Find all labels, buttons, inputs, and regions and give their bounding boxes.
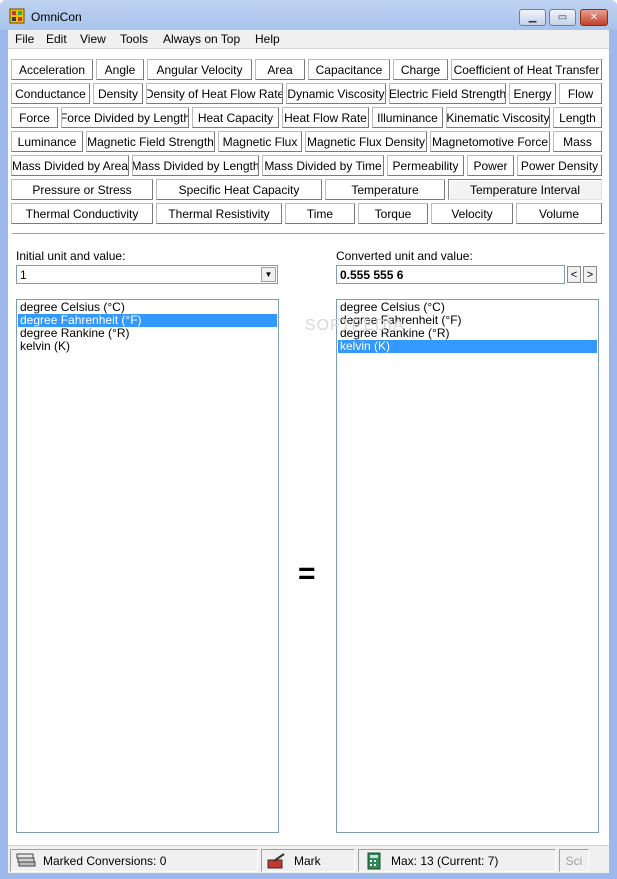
menu-tools[interactable]: Tools: [120, 32, 148, 46]
category-power-density[interactable]: Power Density: [517, 155, 602, 176]
category-coefficient-of-heat-transfer[interactable]: Coefficient of Heat Transfer: [451, 59, 602, 80]
initial-unit-list[interactable]: degree Celsius (°C) degree Fahrenheit (°…: [16, 299, 279, 833]
category-volume[interactable]: Volume: [516, 203, 602, 224]
chevron-left-icon: <: [570, 268, 578, 281]
category-mass-divided-by-area[interactable]: Mass Divided by Area: [11, 155, 129, 176]
category-time[interactable]: Time: [285, 203, 355, 224]
category-magnetomotive-force[interactable]: Magnetomotive Force: [430, 131, 550, 152]
category-charge[interactable]: Charge: [393, 59, 448, 80]
category-density[interactable]: Density: [93, 83, 143, 104]
initial-value[interactable]: 1: [20, 268, 27, 282]
category-mass[interactable]: Mass: [553, 131, 602, 152]
converted-unit-kelvin[interactable]: kelvin (K): [338, 340, 597, 353]
watermark: SOFTPEDIA: [305, 317, 405, 334]
app-window: OmniCon ▁ ▭ ✕ File Edit View Tools Alway…: [0, 0, 617, 879]
category-torque[interactable]: Torque: [358, 203, 428, 224]
category-magnetic-flux-density[interactable]: Magnetic Flux Density: [305, 131, 427, 152]
category-pressure-or-stress[interactable]: Pressure or Stress: [11, 179, 153, 200]
converted-value: 0.555 555 6: [340, 268, 404, 282]
calculator-icon: [367, 852, 381, 869]
category-mass-divided-by-length[interactable]: Mass Divided by Length: [132, 155, 259, 176]
previous-button[interactable]: <: [567, 266, 581, 283]
sci-text: Sci: [565, 853, 583, 868]
category-electric-field-strength[interactable]: Electric Field Strength: [389, 83, 506, 104]
initial-unit-kelvin[interactable]: kelvin (K): [18, 340, 277, 353]
title-bar[interactable]: OmniCon ▁ ▭ ✕: [0, 0, 617, 30]
max-text: Max: 13 (Current: 7): [391, 853, 499, 868]
category-heat-capacity[interactable]: Heat Capacity: [192, 107, 279, 128]
initial-label: Initial unit and value:: [16, 249, 126, 263]
window-title: OmniCon: [31, 10, 82, 24]
category-dynamic-viscosity[interactable]: Dynamic Viscosity: [286, 83, 386, 104]
converted-unit-list[interactable]: degree Celsius (°C) degree Fahrenheit (°…: [336, 299, 599, 833]
close-button[interactable]: ✕: [580, 9, 608, 26]
category-mass-divided-by-time[interactable]: Mass Divided by Time: [262, 155, 384, 176]
category-temperature-interval[interactable]: Temperature Interval: [448, 179, 602, 200]
category-density-of-heat-flow-rate[interactable]: Density of Heat Flow Rate: [146, 83, 283, 104]
mark-text: Mark: [294, 853, 321, 868]
minimize-icon: ▁: [528, 12, 537, 23]
max-pane: Max: 13 (Current: 7): [358, 849, 556, 872]
category-heat-flow-rate[interactable]: Heat Flow Rate: [282, 107, 369, 128]
category-kinematic-viscosity[interactable]: Kinematic Viscosity: [446, 107, 550, 128]
category-magnetic-flux[interactable]: Magnetic Flux: [218, 131, 302, 152]
chevron-right-icon: >: [586, 268, 594, 281]
menu-file[interactable]: File: [15, 32, 34, 46]
category-luminance[interactable]: Luminance: [11, 131, 83, 152]
maximize-icon: ▭: [557, 12, 568, 23]
client-area: File Edit View Tools Always on Top Help …: [8, 30, 609, 873]
category-angle[interactable]: Angle: [96, 59, 144, 80]
close-icon: ✕: [589, 12, 599, 23]
category-length[interactable]: Length: [553, 107, 602, 128]
omnicon-app-icon: [9, 8, 25, 24]
category-conductance[interactable]: Conductance: [11, 83, 90, 104]
maximize-button[interactable]: ▭: [549, 9, 576, 26]
status-bar: Marked Conversions: 0 Mark Max: 13 (Curr…: [8, 845, 609, 873]
category-force-divided-by-length[interactable]: Force Divided by Length: [61, 107, 189, 128]
category-temperature[interactable]: Temperature: [325, 179, 445, 200]
category-power[interactable]: Power: [467, 155, 514, 176]
initial-value-combo[interactable]: 1 ▼: [16, 265, 278, 284]
sci-toggle[interactable]: Sci: [559, 849, 589, 872]
menu-edit[interactable]: Edit: [46, 32, 67, 46]
equals-sign: =: [298, 557, 316, 590]
mark-icon: [267, 852, 285, 868]
marked-conversions-pane[interactable]: Marked Conversions: 0: [10, 849, 258, 872]
category-velocity[interactable]: Velocity: [431, 203, 513, 224]
category-area[interactable]: Area: [255, 59, 305, 80]
category-capacitance[interactable]: Capacitance: [308, 59, 390, 80]
category-permeability[interactable]: Permeability: [387, 155, 464, 176]
stack-icon: [16, 853, 36, 866]
marked-conversions-text: Marked Conversions: 0: [43, 853, 167, 868]
category-acceleration[interactable]: Acceleration: [11, 59, 93, 80]
converted-label: Converted unit and value:: [336, 249, 473, 263]
category-force[interactable]: Force: [11, 107, 58, 128]
menu-help[interactable]: Help: [255, 32, 280, 46]
menu-always-on-top[interactable]: Always on Top: [163, 32, 240, 46]
mark-pane[interactable]: Mark: [261, 849, 355, 872]
minimize-button[interactable]: ▁: [519, 9, 546, 26]
separator: [12, 233, 605, 235]
category-magnetic-field-strength[interactable]: Magnetic Field Strength: [86, 131, 215, 152]
menu-view[interactable]: View: [80, 32, 106, 46]
menu-bar: File Edit View Tools Always on Top Help: [8, 30, 609, 49]
chevron-down-icon: ▼: [264, 270, 273, 279]
category-angular-velocity[interactable]: Angular Velocity: [147, 59, 252, 80]
converted-value-field: 0.555 555 6: [336, 265, 565, 284]
category-thermal-resistivity[interactable]: Thermal Resistivity: [156, 203, 282, 224]
dropdown-button[interactable]: ▼: [261, 267, 276, 282]
category-thermal-conductivity[interactable]: Thermal Conductivity: [11, 203, 153, 224]
category-illuminance[interactable]: Illuminance: [372, 107, 443, 128]
next-button[interactable]: >: [583, 266, 597, 283]
category-flow[interactable]: Flow: [559, 83, 602, 104]
category-energy[interactable]: Energy: [509, 83, 556, 104]
category-specific-heat-capacity[interactable]: Specific Heat Capacity: [156, 179, 322, 200]
